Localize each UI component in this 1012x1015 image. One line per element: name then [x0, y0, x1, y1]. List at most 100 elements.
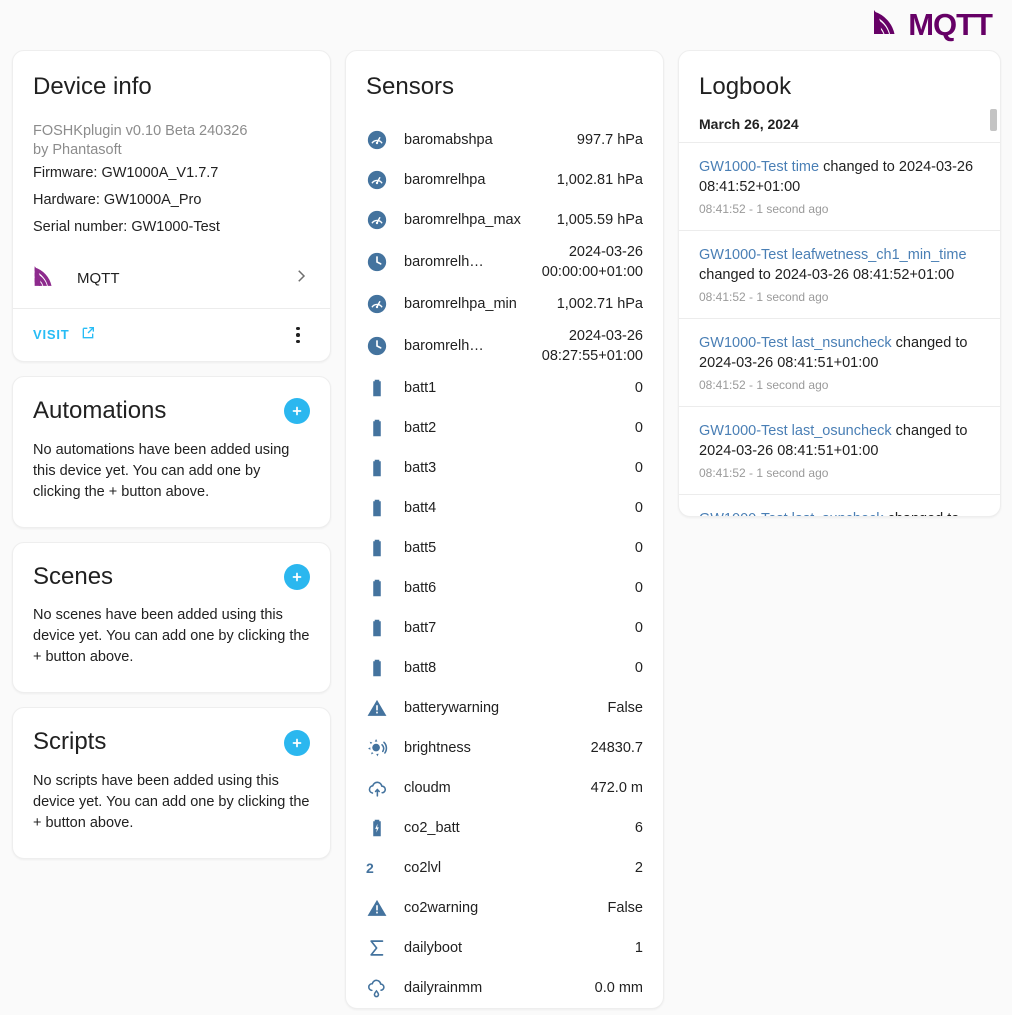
sensor-row[interactable]: batt2 0: [366, 408, 643, 448]
add-automation-button[interactable]: [284, 398, 310, 425]
sensor-name: co2lvl: [404, 859, 442, 876]
left-column: Device info FOSHKplugin v0.10 Beta 24032…: [12, 50, 331, 873]
logbook-title: Logbook: [699, 73, 792, 100]
scripts-empty-text: No scripts have been added using this de…: [33, 773, 310, 832]
sensor-value: 0: [634, 379, 643, 396]
sensor-name: batt3: [404, 459, 437, 476]
scenes-header: Scenes: [33, 563, 310, 592]
sensor-value: 1,002.71 hPa: [556, 295, 643, 312]
sensor-value: 1,005.59 hPa: [556, 211, 643, 228]
middle-column: Sensors baromabshpa 997.7 hPa baromrelhpa…: [345, 50, 664, 1015]
battery-icon: [366, 537, 404, 559]
sensor-row[interactable]: batt4 0: [366, 488, 643, 528]
logbook-date-header: March 26, 2024: [699, 115, 799, 132]
sensor-value: 0: [634, 539, 643, 556]
sensor-name: co2_batt: [404, 819, 460, 836]
logbook-entry: GW1000-Test leafwetness_ch1_min_time cha…: [679, 229, 1000, 318]
integration-row-mqtt[interactable]: MQTT: [33, 247, 310, 308]
sensors-card: Sensors baromabshpa 997.7 hPa baromrelhpa…: [345, 50, 664, 1009]
sensor-name: baromrelhpa_max: [404, 211, 521, 228]
alert-triangle-icon: [366, 697, 404, 719]
sensor-row[interactable]: dailyrainmm 0.0 mm: [366, 968, 643, 1008]
clock-icon: [366, 335, 404, 357]
logbook-entity-link[interactable]: GW1000-Test last_suncheck: [699, 511, 884, 516]
sensor-row[interactable]: baromrelh… 2024-03-26 00:00:00+01:00: [366, 240, 643, 284]
sensor-row[interactable]: baromrelhpa_min 1,002.71 hPa: [366, 284, 643, 324]
sensor-value: 0: [634, 419, 643, 436]
sensor-row[interactable]: 2 co2lvl 2: [366, 848, 643, 888]
sensor-row[interactable]: batterywarning False: [366, 688, 643, 728]
sensor-name: batt1: [404, 379, 437, 396]
battery-icon: [366, 377, 404, 399]
logbook-entity-link[interactable]: GW1000-Test leafwetness_ch1_min_time: [699, 247, 967, 263]
automations-card: Automations No automations have been add…: [12, 375, 331, 528]
mqtt-brand-logo: MQTT: [872, 7, 993, 42]
automations-empty-text: No automations have been added using thi…: [33, 441, 290, 500]
automations-header: Automations: [33, 397, 310, 426]
logbook-card: Logbook March 26, 2024 GW1000-Test time …: [678, 50, 1001, 517]
alert-triangle-icon: [366, 897, 404, 919]
sensor-row[interactable]: batt6 0: [366, 568, 643, 608]
sensor-name: batt2: [404, 419, 437, 436]
gauge-icon: [366, 129, 404, 151]
sensor-row[interactable]: co2_batt 6: [366, 808, 643, 848]
sensors-title: Sensors: [366, 73, 455, 100]
logbook-entry: GW1000-Test last_suncheck changed to 202…: [679, 493, 1000, 516]
sensor-row[interactable]: batt8 0: [366, 648, 643, 688]
device-info-title: Device info: [33, 73, 152, 100]
device-serial-number: Serial number: GW1000-Test: [33, 218, 220, 235]
brightness-icon: [366, 737, 404, 759]
sensor-row[interactable]: batt7 0: [366, 608, 643, 648]
logbook-entity-link[interactable]: GW1000-Test last_nsuncheck: [699, 335, 892, 351]
sensor-value: 2024-03-26 08:27:55+01:00: [541, 327, 643, 364]
sensors-list: baromabshpa 997.7 hPa baromrelhpa 1,002.81…: [366, 120, 643, 1008]
sigma-icon: [366, 937, 404, 959]
sensor-value: 6: [634, 819, 643, 836]
sensor-value: 0: [634, 659, 643, 676]
add-script-button[interactable]: [284, 729, 310, 756]
add-scene-button[interactable]: [284, 563, 310, 590]
logbook-entry-time: 08:41:52 - 1 second ago: [699, 289, 829, 304]
sensor-value: 0: [634, 579, 643, 596]
logbook-entity-link[interactable]: GW1000-Test last_osuncheck: [699, 423, 892, 439]
sensor-value: 0: [634, 619, 643, 636]
device-info-card: Device info FOSHKplugin v0.10 Beta 24032…: [12, 50, 331, 362]
sensor-row[interactable]: batt3 0: [366, 448, 643, 488]
battery-icon: [366, 497, 404, 519]
battery-icon: [366, 417, 404, 439]
battery-icon: [366, 657, 404, 679]
battery-icon: [366, 457, 404, 479]
logbook-entity-link[interactable]: GW1000-Test time: [699, 159, 819, 175]
sensor-row[interactable]: dailyboot 1: [366, 928, 643, 968]
right-column: Logbook March 26, 2024 GW1000-Test time …: [678, 50, 1001, 531]
sensor-row[interactable]: baromrelh… 2024-03-26 08:27:55+01:00: [366, 324, 643, 368]
sensor-value: 997.7 hPa: [576, 131, 643, 148]
sensor-row[interactable]: batt1 0: [366, 368, 643, 408]
gauge-icon: [366, 169, 404, 191]
sensor-name: baromrelh…: [404, 337, 484, 354]
sensor-name: batt5: [404, 539, 437, 556]
sensor-value: 0: [634, 459, 643, 476]
sensor-row[interactable]: baromabshpa 997.7 hPa: [366, 120, 643, 160]
logbook-scroll-area[interactable]: March 26, 2024 GW1000-Test time changed …: [679, 116, 1000, 516]
sensor-row[interactable]: co2warning False: [366, 888, 643, 928]
visit-button[interactable]: VISIT: [33, 325, 96, 344]
sensor-row[interactable]: baromrelhpa_max 1,005.59 hPa: [366, 200, 643, 240]
logbook-entry-text: GW1000-Test time changed to 2024-03-26 0…: [699, 157, 978, 197]
sensor-row[interactable]: batt5 0: [366, 528, 643, 568]
scenes-title: Scenes: [33, 562, 114, 590]
sensor-value: False: [607, 699, 643, 716]
device-info-details: FOSHKplugin v0.10 Beta 240326 by Phantas…: [33, 122, 310, 241]
mqtt-wave-icon: [872, 7, 906, 42]
sensor-row[interactable]: baromrelhpa 1,002.81 hPa: [366, 160, 643, 200]
sensor-row[interactable]: brightness 24830.7: [366, 728, 643, 768]
sensor-name: baromabshpa: [404, 131, 493, 148]
overflow-menu-icon[interactable]: [286, 323, 310, 347]
sensor-name: brightness: [404, 739, 471, 756]
device-manufacturer: by Phantasoft: [33, 141, 122, 158]
sensor-row[interactable]: cloudm 472.0 m: [366, 768, 643, 808]
sensor-value: 2024-03-26 00:00:00+01:00: [541, 243, 643, 280]
logbook-scrollbar-thumb[interactable]: [990, 109, 997, 131]
sensor-name: batt7: [404, 619, 437, 636]
device-firmware: Firmware: GW1000A_V1.7.7: [33, 164, 219, 181]
